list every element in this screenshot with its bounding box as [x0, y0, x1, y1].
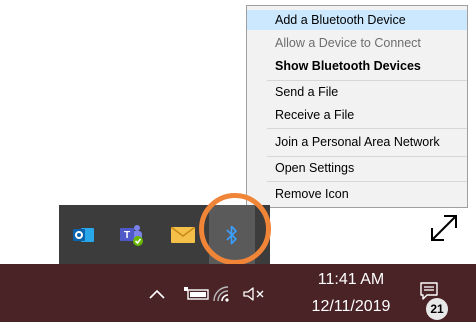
- menu-item-add-bluetooth-device[interactable]: Add a Bluetooth Device: [247, 10, 467, 30]
- bluetooth-context-menu: Add a Bluetooth Device Allow a Device to…: [246, 5, 468, 208]
- menu-item-open-settings[interactable]: Open Settings: [247, 158, 467, 178]
- volume-muted-icon[interactable]: [242, 286, 266, 302]
- menu-separator: [267, 80, 467, 81]
- notification-count-badge: 21: [426, 298, 448, 320]
- mail-icon: [171, 226, 195, 243]
- resize-arrow-icon: [431, 215, 457, 241]
- battery-icon[interactable]: [183, 286, 211, 302]
- outlook-tray-item[interactable]: [61, 205, 107, 264]
- teams-icon: T: [120, 224, 143, 246]
- clock-date: 12/11/2019: [311, 298, 391, 315]
- taskbar: [0, 264, 476, 322]
- menu-item-show-bluetooth-devices[interactable]: Show Bluetooth Devices: [247, 56, 467, 76]
- wifi-icon[interactable]: [212, 285, 234, 303]
- teams-tray-item[interactable]: T: [109, 205, 155, 264]
- menu-item-join-personal-area-network[interactable]: Join a Personal Area Network: [247, 132, 467, 152]
- menu-item-allow-device-to-connect: Allow a Device to Connect: [275, 36, 421, 50]
- svg-text:T: T: [124, 230, 130, 241]
- chevron-up-icon[interactable]: [148, 287, 166, 301]
- menu-separator: [267, 181, 467, 182]
- menu-separator: [267, 156, 467, 157]
- menu-item-receive-file[interactable]: Receive a File: [247, 105, 467, 125]
- menu-separator: [267, 128, 467, 129]
- taskbar-clock[interactable]: 11:41 AM 12/11/2019: [300, 270, 402, 318]
- outlook-icon: [73, 227, 94, 242]
- clock-time: 11:41 AM: [317, 271, 385, 288]
- menu-item-send-file[interactable]: Send a File: [247, 82, 467, 102]
- highlight-circle: [199, 193, 271, 265]
- menu-item-remove-icon[interactable]: Remove Icon: [247, 184, 467, 204]
